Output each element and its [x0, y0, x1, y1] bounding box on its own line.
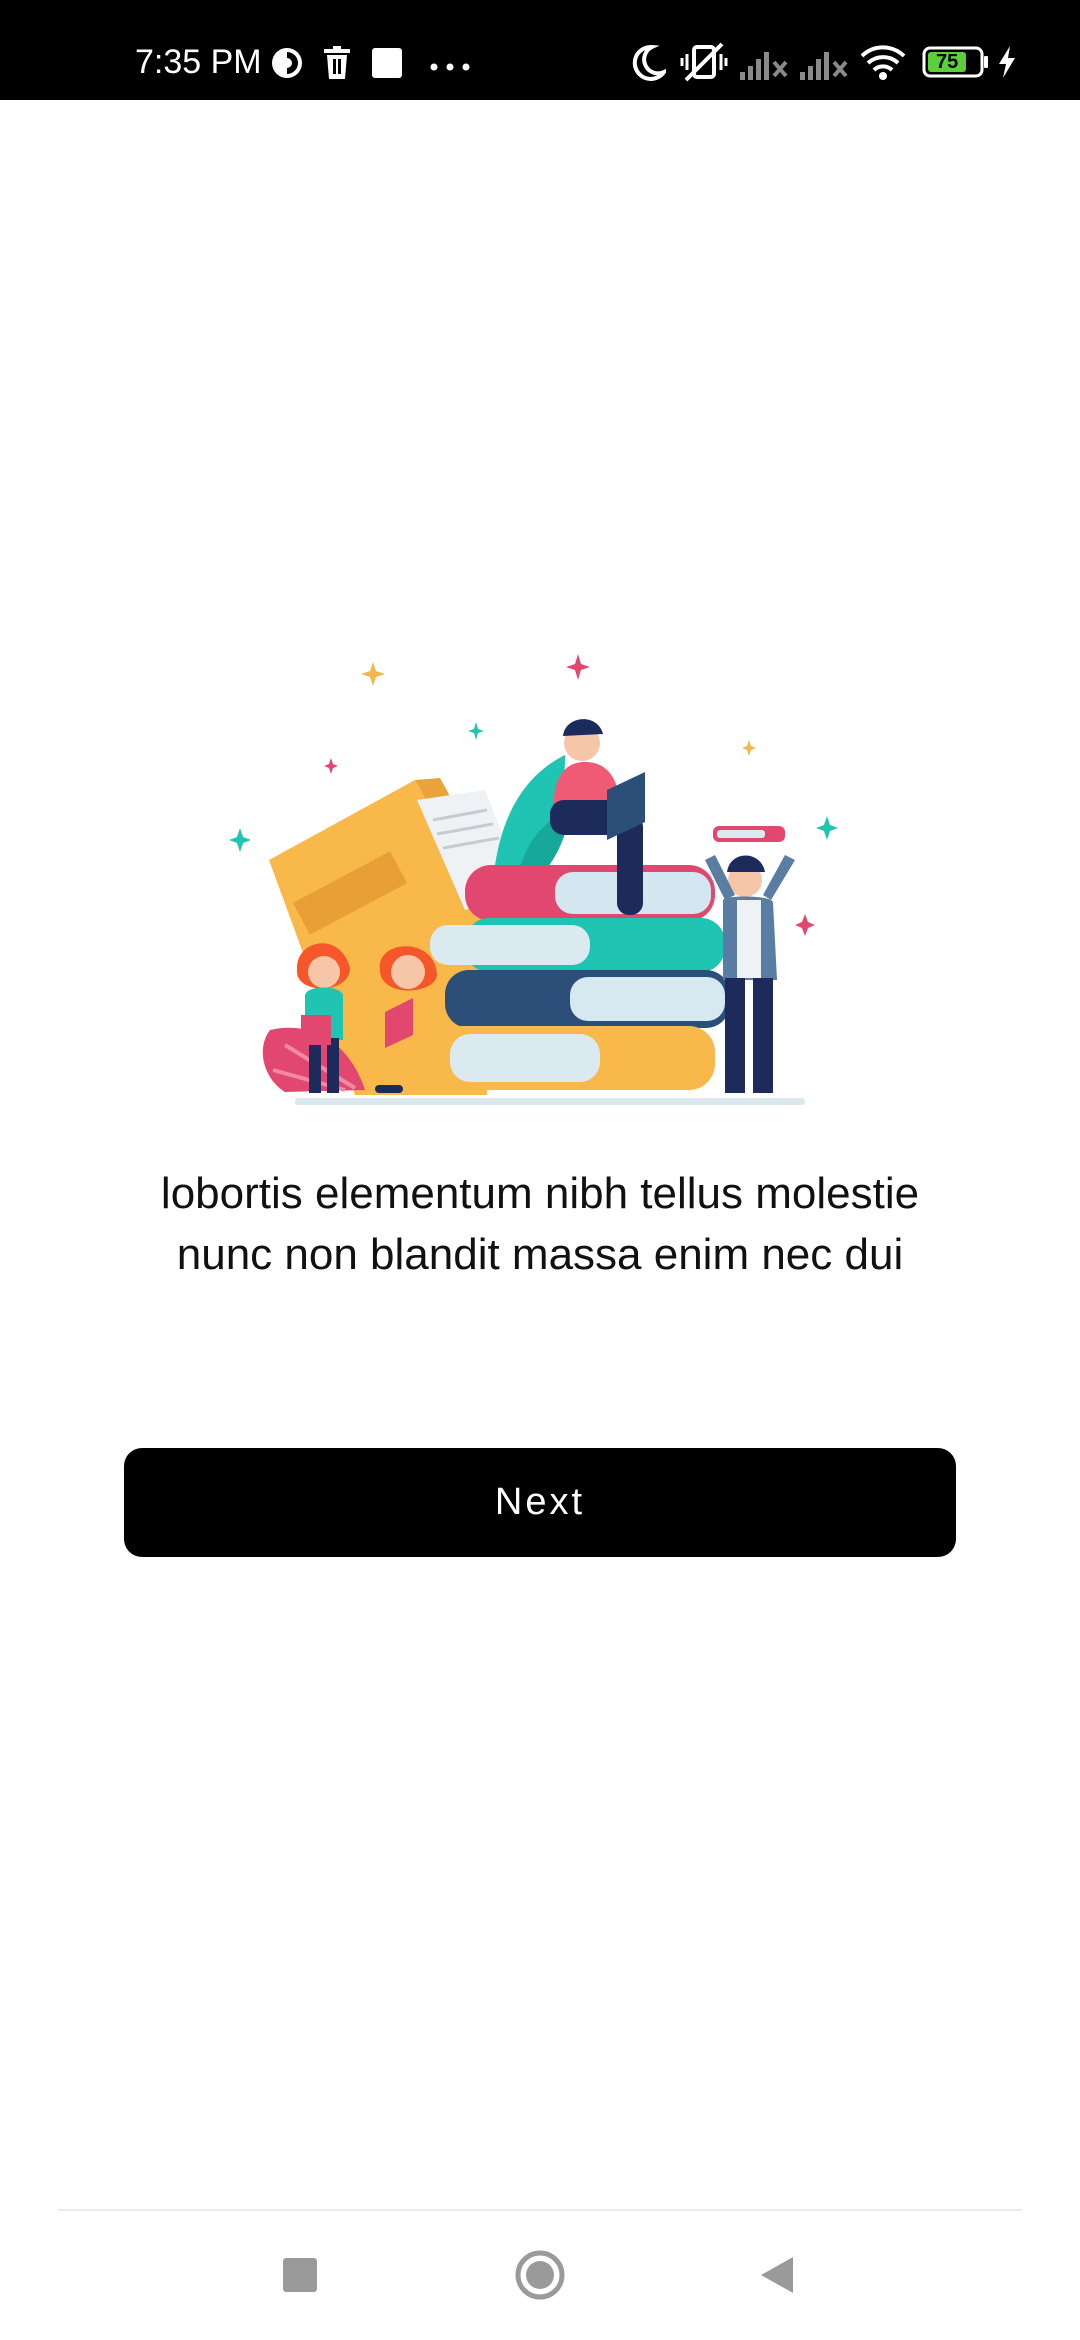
onboarding-caption: lobortis elementum nibh tellus molestie …: [160, 1169, 920, 1279]
do-not-disturb-moon-icon: [630, 44, 670, 87]
more-dots-icon: [430, 58, 470, 76]
charging-bolt-icon: [998, 46, 1016, 83]
wifi-icon: [860, 44, 906, 85]
signal-x-icon: [740, 46, 790, 85]
status-bar: 7:35 PM 75: [0, 0, 1080, 100]
signal-x-icon: [800, 46, 850, 85]
recents-square-icon[interactable]: [265, 2245, 335, 2305]
vibrate-off-icon: [680, 42, 728, 87]
trash-icon: [322, 46, 352, 85]
home-circle-icon[interactable]: [505, 2245, 575, 2305]
data-saver-icon: [270, 46, 304, 85]
people-reading-books-illustration: [225, 650, 855, 1120]
status-time: 7:35 PM: [135, 43, 262, 81]
square-notification-icon: [372, 48, 402, 83]
battery-level: 75: [936, 51, 959, 73]
back-triangle-icon[interactable]: [742, 2245, 812, 2305]
next-button[interactable]: Next: [124, 1448, 956, 1557]
nav-bar-divider: [58, 2209, 1022, 2211]
